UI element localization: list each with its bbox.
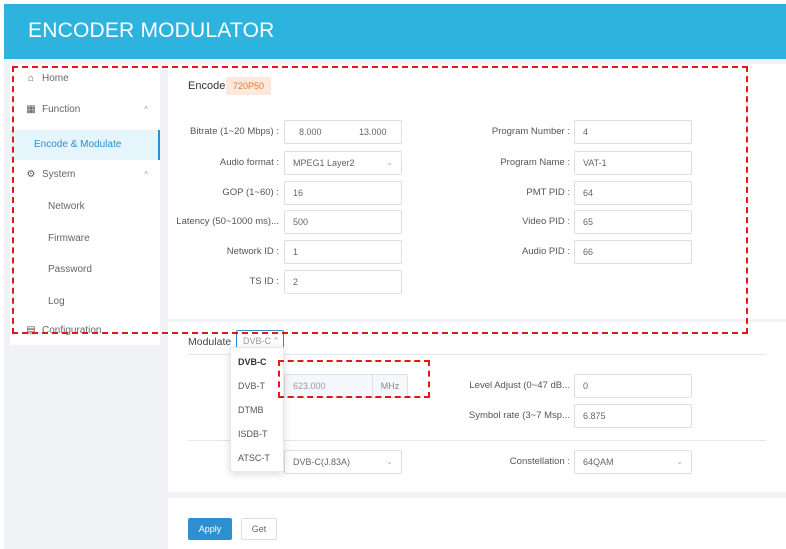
encode-title: Encode xyxy=(188,80,226,92)
symbol-rate-value: 6.875 xyxy=(583,411,606,421)
freq-unit: MHz xyxy=(372,375,407,397)
video-pid-label: Video PID : xyxy=(522,216,570,227)
program-name-value: VAT-1 xyxy=(583,158,607,168)
network-id-value: 1 xyxy=(293,247,299,257)
sidebar-item-firmware[interactable]: Firmware xyxy=(10,224,160,254)
app-title: ENCODER MODULATOR xyxy=(28,19,275,42)
ts-id-input[interactable]: 2 xyxy=(284,270,402,294)
chevron-down-icon: ⌄ xyxy=(386,158,393,167)
bitrate-min-value: 8.000 xyxy=(299,127,322,137)
chevron-up-icon: ^ xyxy=(144,170,148,179)
sidebar: ⌂ Home ▦ Function ^ Encode & Modulate ⚙ … xyxy=(10,64,160,345)
latency-input[interactable]: 500 xyxy=(284,210,402,234)
sidebar-item-configuration[interactable]: ▤ Configuration xyxy=(10,316,160,346)
chevron-down-icon: ⌄ xyxy=(676,457,683,466)
program-name-input[interactable]: VAT-1 xyxy=(574,151,692,175)
dropdown-option-isdb-t[interactable]: ISDB-T xyxy=(231,422,283,446)
encode-panel: Encode 720P50 Bitrate (1~20 Mbps) : 8.00… xyxy=(168,64,786,319)
dropdown-option-dvb-t[interactable]: DVB-T xyxy=(231,374,283,398)
document-icon: ▤ xyxy=(26,325,36,336)
app-frame: ENCODER MODULATOR ⌂ Home ▦ Function ^ En… xyxy=(4,4,786,549)
constellation-value: 64QAM xyxy=(583,457,614,467)
sidebar-item-label: Log xyxy=(48,296,65,307)
action-panel: Apply Get xyxy=(168,498,786,549)
audio-pid-label: Audio PID : xyxy=(521,246,570,257)
home-icon: ⌂ xyxy=(27,73,35,84)
sidebar-item-function[interactable]: ▦ Function ^ xyxy=(10,95,160,125)
ts-id-value: 2 xyxy=(293,277,299,287)
chevron-up-icon: ^ xyxy=(144,105,148,114)
latency-value: 500 xyxy=(293,217,309,227)
program-name-label: Program Name : xyxy=(500,157,570,168)
sidebar-item-home[interactable]: ⌂ Home xyxy=(10,64,160,94)
audio-format-label: Audio format : xyxy=(219,157,279,168)
get-button[interactable]: Get xyxy=(241,518,277,540)
standard-annex-value: DVB-C(J.83A) xyxy=(293,457,351,467)
sidebar-item-system[interactable]: ⚙ System ^ xyxy=(10,160,160,190)
sidebar-item-label: System xyxy=(42,169,76,180)
freq-value: 623.000 xyxy=(293,381,326,391)
gop-input[interactable]: 16 xyxy=(284,181,402,205)
sidebar-item-label: Network xyxy=(48,201,85,212)
audio-format-value: MPEG1 Layer2 xyxy=(293,158,355,168)
dropdown-option-dvb-c[interactable]: DVB-C xyxy=(231,350,283,374)
audio-format-select[interactable]: MPEG1 Layer2 ⌄ xyxy=(284,151,402,175)
sidebar-item-label: Encode & Modulate xyxy=(34,139,122,150)
pmt-pid-value: 64 xyxy=(583,188,594,198)
ts-id-label: TS ID : xyxy=(249,276,279,287)
dropdown-option-dtmb[interactable]: DTMB xyxy=(231,398,283,422)
sidebar-item-label: Password xyxy=(48,264,92,275)
latency-label: Latency (50~1000 ms)... xyxy=(176,216,279,227)
chevron-down-icon: ⌄ xyxy=(386,457,393,466)
audio-pid-input[interactable]: 66 xyxy=(574,240,692,264)
video-pid-value: 65 xyxy=(583,217,594,227)
bitrate-max-value: 13.000 xyxy=(359,127,387,137)
level-adjust-input[interactable]: 0 xyxy=(574,374,692,398)
app-header: ENCODER MODULATOR xyxy=(4,4,786,59)
gop-value: 16 xyxy=(293,188,304,198)
network-id-label: Network ID : xyxy=(226,246,279,257)
program-number-input[interactable]: 4 xyxy=(574,120,692,144)
modulate-dropdown-menu: DVB-C DVB-T DTMB ISDB-T ATSC-T xyxy=(230,347,284,472)
symbol-rate-input[interactable]: 6.875 xyxy=(574,404,692,428)
symbol-rate-label: Symbol rate (3~7 Msp... xyxy=(468,410,570,421)
sidebar-item-encode-modulate[interactable]: Encode & Modulate xyxy=(10,130,160,160)
sidebar-item-label: Configuration xyxy=(42,325,102,336)
bitrate-label: Bitrate (1~20 Mbps) : xyxy=(190,126,279,137)
pmt-pid-input[interactable]: 64 xyxy=(574,181,692,205)
resolution-badge: 720P50 xyxy=(226,77,272,95)
level-adjust-value: 0 xyxy=(583,381,589,391)
sidebar-item-label: Function xyxy=(42,104,81,115)
constellation-label: Constellation : xyxy=(509,456,570,467)
apply-button[interactable]: Apply xyxy=(188,518,232,540)
freq-input[interactable]: 623.000 MHz xyxy=(284,374,408,398)
constellation-select[interactable]: 64QAM ⌄ xyxy=(574,450,692,474)
video-pid-input[interactable]: 65 xyxy=(574,210,692,234)
grid-icon: ▦ xyxy=(26,104,36,115)
sidebar-item-label: Home xyxy=(42,73,69,84)
program-number-value: 4 xyxy=(583,127,589,137)
gear-icon: ⚙ xyxy=(26,169,36,180)
audio-pid-value: 66 xyxy=(583,247,594,257)
bitrate-range-input[interactable]: 8.000 13.000 xyxy=(284,120,402,144)
program-number-label: Program Number : xyxy=(491,126,570,137)
dropdown-option-atsc-t[interactable]: ATSC-T xyxy=(231,446,283,470)
pmt-pid-label: PMT PID : xyxy=(526,187,570,198)
network-id-input[interactable]: 1 xyxy=(284,240,402,264)
sidebar-item-label: Firmware xyxy=(48,233,90,244)
gop-label: GOP (1~60) : xyxy=(222,187,279,198)
standard-annex-select[interactable]: DVB-C(J.83A) ⌄ xyxy=(284,450,402,474)
modulate-label: Modulate xyxy=(188,336,232,348)
level-adjust-label: Level Adjust (0~47 dB... xyxy=(469,380,570,391)
sidebar-item-log[interactable]: Log xyxy=(10,287,160,317)
sidebar-item-password[interactable]: Password xyxy=(10,255,160,285)
sidebar-item-network[interactable]: Network xyxy=(10,192,160,222)
